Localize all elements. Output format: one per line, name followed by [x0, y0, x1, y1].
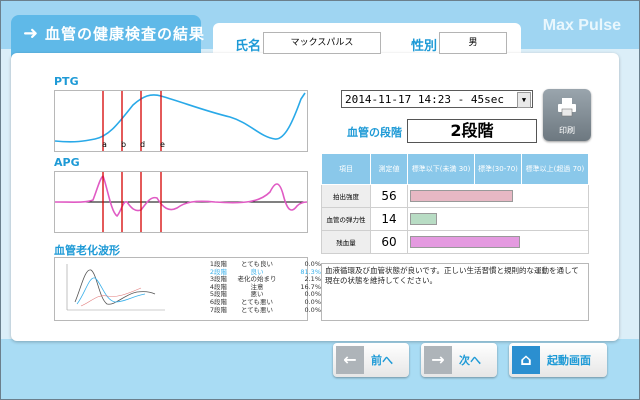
results-table: 項目 測定値 標準以下(未満 30) 標準(30-70) 標準以上(超過 70)… [321, 153, 590, 254]
row-bar [410, 236, 520, 248]
sex-label: 性別 [411, 39, 438, 54]
next-button[interactable]: → 次へ [421, 343, 497, 377]
col-item: 項目 [321, 153, 371, 185]
table-header-row: 項目 測定値 標準以下(未満 30) 標準(30-70) 標準以上(超過 70) [321, 153, 590, 185]
name-field: マックスパルス [263, 32, 381, 54]
aging-panel: 1段階 とても良い 0.0% 2段階 良い 81.3% 3段階 老化の始まり 2.1% 4段… [54, 257, 321, 321]
table-row: 残血量 60 [321, 230, 589, 254]
aging-curve-2 [76, 277, 146, 305]
apg-label: APG [54, 156, 80, 169]
name-label: 氏名 [235, 39, 262, 54]
vessel-stage-value: 2段階 [407, 119, 537, 143]
next-label: 次へ [459, 354, 481, 367]
prev-button[interactable]: ← 前へ [333, 343, 409, 377]
aging-curve-3 [80, 287, 142, 307]
apg-graph [54, 171, 308, 233]
home-icon: ⌂ [512, 346, 540, 374]
row-name: 残血量 [321, 230, 371, 254]
row-bar [410, 190, 513, 202]
ptg-graph: a b d e [54, 90, 308, 152]
app-window: ➜ 血管の健康検査の結果 Max Pulse 氏名 マックスパルス 性別 男 P… [0, 0, 640, 400]
measurement-select[interactable]: 2014-11-17 14:23 - 45sec ▼ [341, 90, 533, 108]
table-row: 血管の弾力性 14 [321, 207, 589, 231]
aging-graph [66, 264, 165, 311]
row-name: 血管の弾力性 [321, 207, 371, 231]
arrow-right-icon: ➜ [23, 23, 39, 44]
col-below: 標準以下(未満 30) [406, 153, 476, 185]
ptg-label: PTG [54, 75, 79, 88]
arrow-left-icon: ← [336, 346, 364, 374]
col-value: 測定値 [370, 153, 408, 185]
vessel-stage-label: 血管の段階 [347, 126, 402, 139]
arrow-right-icon: → [424, 346, 452, 374]
stage-row: 7段階 とても悪い 0.0% [209, 305, 321, 314]
ptg-marker-label-a: a [102, 140, 107, 149]
comment-box[interactable]: 血液循環及び血管状態が良いです。正しい生活習慣と規則的な運動を通して現在の状態を… [321, 263, 589, 321]
dropdown-arrow-icon[interactable]: ▼ [517, 92, 531, 108]
sex-field: 男 [439, 32, 507, 54]
measurement-datetime: 2014-11-17 14:23 - 45sec [345, 93, 504, 106]
ptg-marker-label-e: e [160, 140, 165, 149]
brand-logo: Max Pulse [542, 17, 621, 34]
prev-label: 前へ [371, 354, 393, 367]
home-label: 起動画面 [547, 354, 591, 367]
col-normal: 標準(30-70) [474, 153, 522, 185]
print-label: 印刷 [559, 126, 575, 135]
stage-row: 4段階 注意 16.7% [209, 282, 321, 291]
table-row: 拍出強度 56 [321, 184, 589, 208]
row-value: 60 [370, 230, 408, 254]
row-name: 拍出強度 [321, 184, 371, 208]
printer-icon [558, 98, 576, 117]
apg-waveform [55, 174, 307, 218]
col-above: 標準以上(超過 70) [520, 153, 590, 185]
stage-list: 1段階 とても良い 0.0% 2段階 良い 81.3% 3段階 老化の始まり 2.1% 4段… [179, 260, 321, 314]
ptg-waveform [55, 92, 306, 143]
aging-label: 血管老化波形 [54, 244, 120, 257]
home-button[interactable]: ⌂ 起動画面 [509, 343, 607, 377]
ptg-marker-label-d: d [140, 140, 145, 149]
ptg-marker-label-b: b [121, 140, 126, 149]
print-button[interactable]: 印刷 [543, 89, 591, 141]
aging-curve-1 [74, 269, 156, 305]
page-title: 血管の健康検査の結果 [45, 25, 206, 43]
row-value: 14 [370, 207, 408, 231]
row-value: 56 [370, 184, 408, 208]
row-bar [410, 213, 438, 225]
